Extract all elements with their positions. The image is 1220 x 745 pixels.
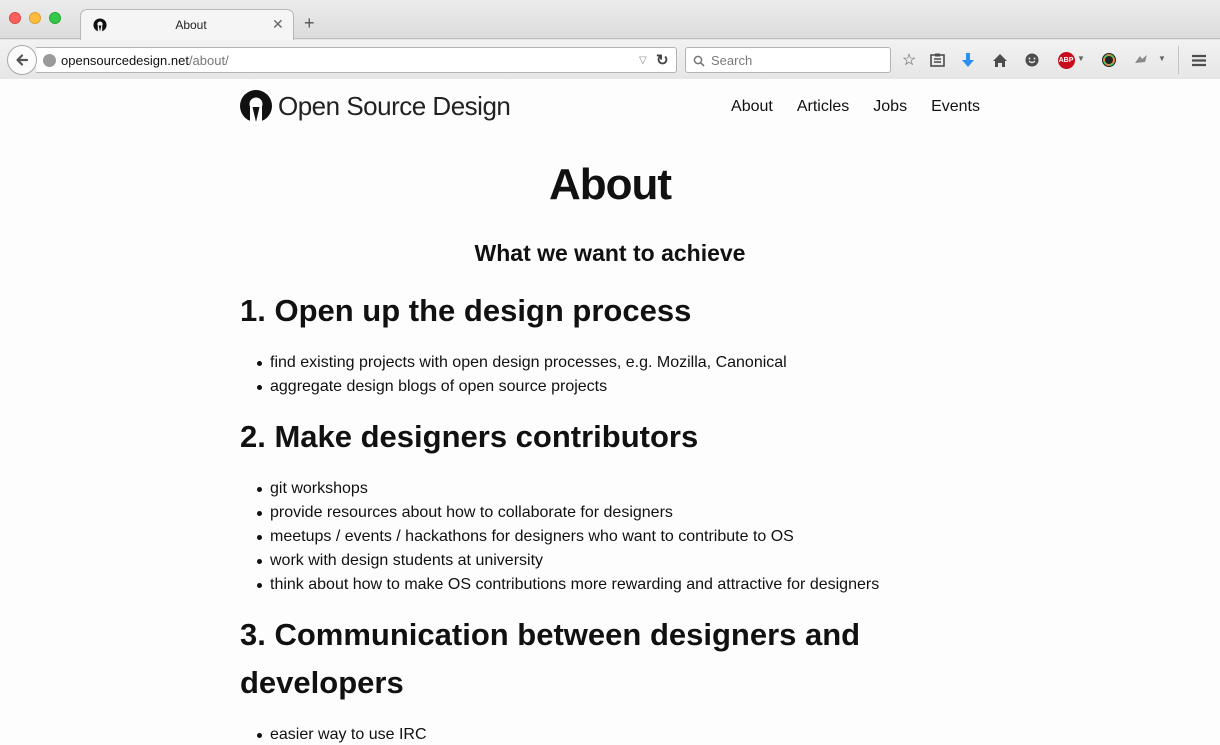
page-title: About xyxy=(548,160,672,209)
list-item: find existing projects with open design … xyxy=(257,351,787,375)
list-item: aggregate design blogs of open source pr… xyxy=(257,375,787,399)
reading-list-icon[interactable] xyxy=(927,50,947,70)
download-icon[interactable] xyxy=(958,50,978,70)
adblock-label: ABP xyxy=(1057,51,1075,69)
list-item: easier way to use IRC xyxy=(257,723,427,745)
site-favicon-icon xyxy=(93,18,107,32)
url-path: /about/ xyxy=(188,53,229,68)
url-host: opensourcedesign.net xyxy=(61,53,189,68)
goal-heading-3-line-1: 3. Communication between designers and xyxy=(240,617,861,652)
list-item: meetups / events / hackathons for design… xyxy=(256,525,879,549)
adblock-dropdown-icon[interactable]: ▼ xyxy=(1077,54,1085,63)
goal-list-2: git workshops provide resources about ho… xyxy=(256,477,879,597)
goal-list-1: find existing projects with open design … xyxy=(257,351,787,399)
section-subtitle: What we want to achieve xyxy=(474,240,746,266)
adblock-plus-icon[interactable]: ABP xyxy=(1056,50,1076,70)
tab-close-icon[interactable]: ✕ xyxy=(272,16,284,33)
history-dropdown-icon[interactable]: ▽ xyxy=(639,55,647,66)
search-icon xyxy=(693,55,705,67)
globe-icon xyxy=(43,54,56,67)
nav-link-events[interactable]: Events xyxy=(931,98,980,116)
browser-chrome: About ✕ + opensourcedesign.net/about/ ▽ … xyxy=(0,0,1220,79)
hamburger-menu-icon[interactable] xyxy=(1189,50,1209,70)
site-nav: About Articles Jobs Events xyxy=(707,98,980,116)
extension-icon[interactable] xyxy=(1131,50,1151,70)
reload-icon[interactable]: ↻ xyxy=(656,51,669,69)
home-icon[interactable] xyxy=(990,50,1010,70)
minimize-window-button[interactable] xyxy=(29,12,41,24)
tab-title: About xyxy=(175,18,207,32)
back-arrow-icon xyxy=(16,54,29,66)
nav-link-jobs[interactable]: Jobs xyxy=(873,98,907,116)
list-item: think about how to make OS contributions… xyxy=(256,573,879,597)
list-item: git workshops xyxy=(256,477,879,501)
close-window-button[interactable] xyxy=(9,12,21,24)
bookmark-star-icon[interactable]: ☆ xyxy=(899,50,919,70)
url-bar[interactable]: opensourcedesign.net/about/ ▽ ↻ xyxy=(36,47,677,73)
goal-list-3: easier way to use IRC xyxy=(257,723,427,745)
chat-icon[interactable] xyxy=(1022,50,1042,70)
nav-link-about[interactable]: About xyxy=(731,98,773,116)
toolbar-separator xyxy=(1178,46,1179,74)
navigation-toolbar: opensourcedesign.net/about/ ▽ ↻ Search ☆ xyxy=(0,40,1220,79)
list-item: provide resources about how to collabora… xyxy=(256,501,879,525)
site-logo-text[interactable]: Open Source Design xyxy=(278,91,511,122)
open-source-design-logo-icon[interactable] xyxy=(240,90,272,122)
extension-dropdown-icon[interactable]: ▼ xyxy=(1158,54,1166,63)
goal-heading-3-line-2: developers xyxy=(240,665,404,700)
back-button[interactable] xyxy=(7,45,37,75)
tab-about[interactable]: About ✕ xyxy=(80,9,294,40)
nav-link-articles[interactable]: Articles xyxy=(797,98,849,116)
tab-strip: About ✕ + xyxy=(0,0,1220,40)
goal-heading-2: 2. Make designers contributors xyxy=(240,419,699,454)
color-wheel-icon[interactable] xyxy=(1099,50,1119,70)
new-tab-icon[interactable]: + xyxy=(304,14,315,32)
url-text[interactable]: opensourcedesign.net/about/ xyxy=(61,53,229,68)
zoom-window-button[interactable] xyxy=(49,12,61,24)
site-header: Open Source Design About Articles Jobs E… xyxy=(240,90,980,126)
search-input[interactable]: Search xyxy=(711,53,752,68)
search-bar[interactable]: Search xyxy=(685,47,891,73)
goal-heading-1: 1. Open up the design process xyxy=(240,293,692,328)
list-item: work with design students at university xyxy=(256,549,879,573)
